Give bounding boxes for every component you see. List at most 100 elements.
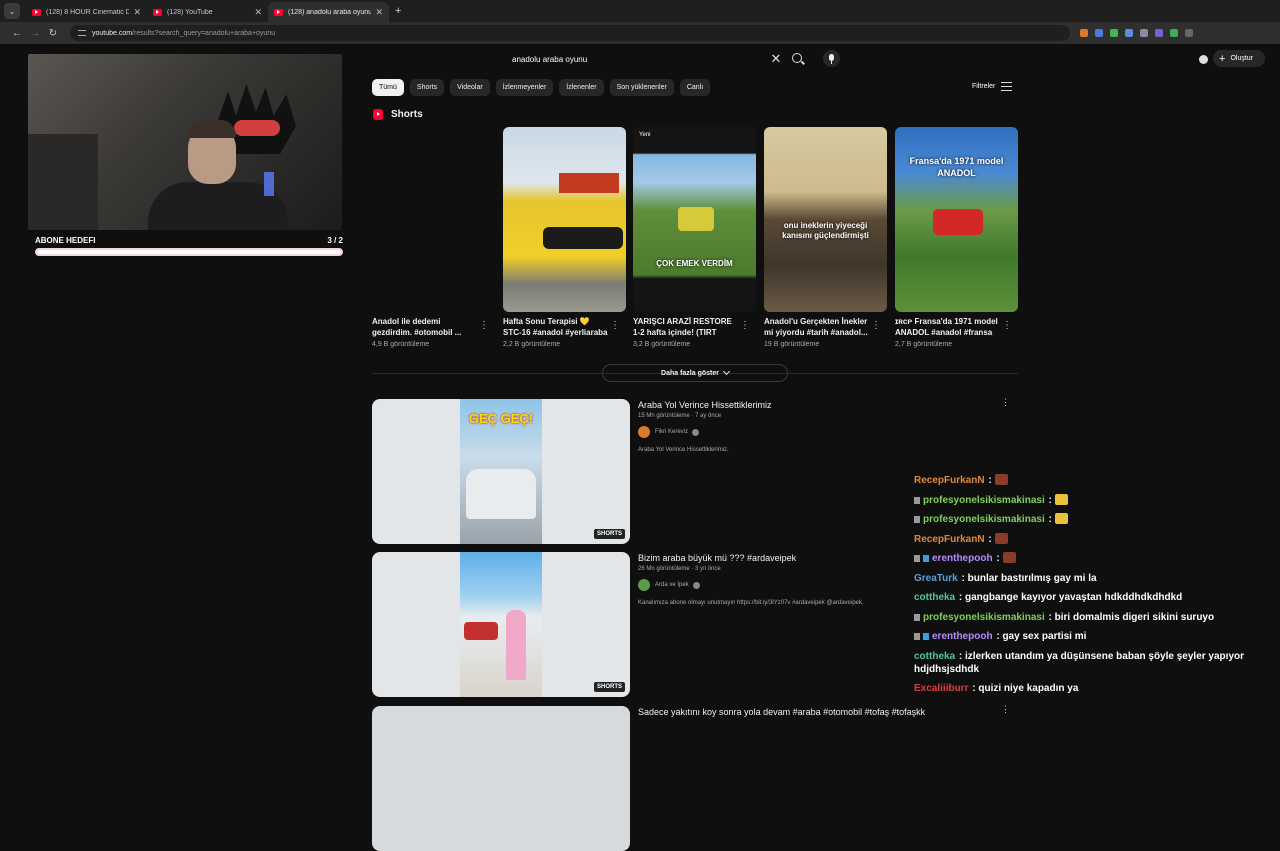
browser-tab[interactable]: (128) YouTube ✕ [147, 2, 268, 22]
short-thumbnail[interactable]: Yeni ÇOK EMEK VERDİM [633, 127, 756, 312]
short-thumbnail[interactable]: Fransa'da 1971 model ANADOL [895, 127, 1018, 312]
chat-text: : biri domalmis digeri sikini suruyo [1045, 611, 1215, 623]
create-button[interactable]: + Oluştur [1213, 50, 1265, 67]
video-meta: 15 Mn görüntüleme · 7 ay önce [638, 413, 722, 419]
chip-shorts[interactable]: Shorts [409, 79, 445, 96]
shorts-section-header: Shorts [373, 109, 423, 120]
chip-recent[interactable]: Son yüklenenler [609, 79, 674, 96]
extension-icon[interactable] [1125, 29, 1133, 37]
chat-username: erenthepooh [932, 553, 993, 564]
chat-message: Excaliiiburr : quizi niye kapadın ya [914, 682, 1264, 695]
show-more-button[interactable]: Daha fazla göster [602, 364, 788, 382]
more-options-icon[interactable]: ⋮ [1001, 398, 1010, 407]
child-shape [506, 610, 526, 680]
red-car-shape [933, 209, 983, 235]
chat-username: GreaTurk [914, 572, 958, 584]
chat-message: GreaTurk : bunlar bastırılmış gay mi la [914, 572, 1264, 585]
chip-watched[interactable]: İzlenenler [559, 79, 604, 96]
chat-badge-icon [914, 496, 920, 504]
avatar[interactable] [638, 579, 650, 591]
search-icon[interactable] [792, 53, 802, 63]
avatar[interactable] [638, 426, 650, 438]
short-thumbnail[interactable] [372, 127, 495, 312]
address-bar[interactable]: youtube.com/results?search_query=anadolu… [70, 25, 1070, 41]
short-thumbnail[interactable] [503, 127, 626, 312]
short-card[interactable]: Anadol ile dedemi gezdirdim. #otomobil .… [372, 127, 495, 348]
chat-username: Excaliiiburr [914, 683, 969, 694]
chat-emote-icon [994, 474, 1008, 485]
site-info-icon[interactable] [78, 30, 86, 36]
extension-icon[interactable] [1080, 29, 1088, 37]
chip-videos[interactable]: Videolar [450, 79, 490, 96]
car-rear-shape [543, 227, 623, 249]
verified-icon [692, 428, 700, 436]
more-options-icon[interactable]: ⋮ [479, 321, 489, 331]
short-thumbnail[interactable]: onu ineklerin yiyeceği kanısını güçlendi… [764, 127, 887, 312]
extension-icon[interactable] [1155, 29, 1163, 37]
video-title[interactable]: Sadece yakıtını koy sonra yola devam #ar… [638, 706, 998, 718]
extension-icon[interactable] [1110, 29, 1118, 37]
mic-icon[interactable] [823, 50, 840, 67]
browser-toolbar: ← → ↻ youtube.com/results?search_query=a… [0, 22, 1280, 44]
chat-username: profesyonelsikismakinasi [923, 611, 1045, 623]
chip-all[interactable]: Tümü [372, 79, 404, 96]
close-tab-icon[interactable]: ✕ [133, 7, 141, 18]
browser-tab[interactable]: (128) 8 HOUR Cinematic Drone ✕ [26, 2, 147, 22]
more-options-icon[interactable]: ⋮ [740, 321, 750, 331]
more-options-icon[interactable]: ⋮ [1002, 321, 1012, 331]
channel-row[interactable]: Fikri Kereviz [638, 426, 998, 438]
short-overlay-text: Fransa'da 1971 model ANADOL [909, 156, 1004, 178]
search-box[interactable]: anadolu araba oyunu ✕ [503, 48, 786, 70]
video-title[interactable]: Araba Yol Verince Hissettiklerimiz [638, 399, 998, 411]
chip-unwatched[interactable]: İzlenmeyenler [495, 79, 554, 96]
jeep-shape [678, 207, 714, 231]
profile-icon[interactable] [1185, 29, 1193, 37]
chat-badge-icon [923, 633, 929, 640]
more-options-icon[interactable]: ⋮ [871, 321, 881, 331]
short-title[interactable]: Anadol'u Gerçekten İnekler mi yiyordu #t… [764, 317, 869, 338]
video-thumbnail[interactable]: SHORTS [372, 552, 630, 697]
chat-text: : [985, 475, 992, 486]
stream-chat-overlay: RecepFurkanN : profesyonelsikismakinasi :… [914, 474, 1264, 702]
chat-badge-icon [914, 613, 920, 621]
short-card[interactable]: onu ineklerin yiyeceği kanısını güçlendi… [764, 127, 887, 348]
back-arrow-icon[interactable]: ← [8, 28, 26, 39]
video-thumbnail[interactable] [372, 706, 630, 851]
url-host: youtube.com [92, 29, 133, 37]
gaming-chair [28, 134, 98, 230]
short-card[interactable]: Yeni ÇOK EMEK VERDİM YARIŞCI ARAZİ RESTO… [633, 127, 756, 348]
search-input[interactable]: anadolu araba oyunu [503, 55, 766, 64]
tab-search-chevron-icon[interactable]: ⌄ [4, 3, 20, 19]
short-title[interactable]: Hafta Sonu Terapisi 💛 STC-16 #anadol #ye… [503, 317, 608, 338]
chat-emote-icon [994, 532, 1008, 544]
chat-message: cottheka : gangbange kayıyor yavaştan hd… [914, 591, 1264, 604]
channel-name[interactable]: Fikri Kereviz [655, 429, 688, 435]
short-title[interactable]: ɪʀᴄᴘ Fransa'da 1971 model ANADOL #anadol… [895, 317, 1000, 338]
extension-icon[interactable] [1140, 29, 1148, 37]
browser-tab-active[interactable]: (128) anadolu araba oyunu - Yo ✕ [268, 2, 389, 22]
extension-icon[interactable] [1095, 29, 1103, 37]
reload-icon[interactable]: ↻ [44, 28, 62, 39]
short-title[interactable]: Anadol ile dedemi gezdirdim. #otomobil .… [372, 317, 477, 338]
chat-message: RecepFurkanN : [914, 474, 1264, 487]
chat-badge-icon [914, 555, 920, 562]
clear-search-icon[interactable]: ✕ [766, 51, 786, 67]
video-thumbnail[interactable]: GEÇ GEÇ! SHORTS [372, 399, 630, 544]
more-options-icon[interactable]: ⋮ [610, 321, 620, 331]
short-overlay-text: ÇOK EMEK VERDİM [656, 259, 733, 268]
channel-name[interactable]: Arda ve İpek [655, 582, 689, 588]
filters-button[interactable]: Filtreler [972, 82, 1013, 91]
chip-live[interactable]: Canlı [679, 79, 711, 96]
short-title[interactable]: YARIŞCI ARAZİ RESTORE 1-2 hafta içinde! … [633, 317, 738, 338]
short-card[interactable]: Fransa'da 1971 model ANADOL ɪʀᴄᴘ Fransa'… [895, 127, 1018, 348]
extension-icon[interactable] [1170, 29, 1178, 37]
close-tab-icon[interactable]: ✕ [375, 7, 383, 18]
short-views: 4,9 B görüntüleme [372, 341, 430, 348]
short-card[interactable]: Hafta Sonu Terapisi 💛 STC-16 #anadol #ye… [503, 127, 626, 348]
notification-icon[interactable] [1199, 55, 1208, 64]
streamer-hair [188, 120, 236, 138]
close-tab-icon[interactable]: ✕ [254, 7, 262, 18]
more-options-icon[interactable]: ⋮ [1001, 705, 1010, 714]
forward-arrow-icon[interactable]: → [26, 28, 44, 39]
new-tab-icon[interactable]: + [395, 5, 401, 17]
